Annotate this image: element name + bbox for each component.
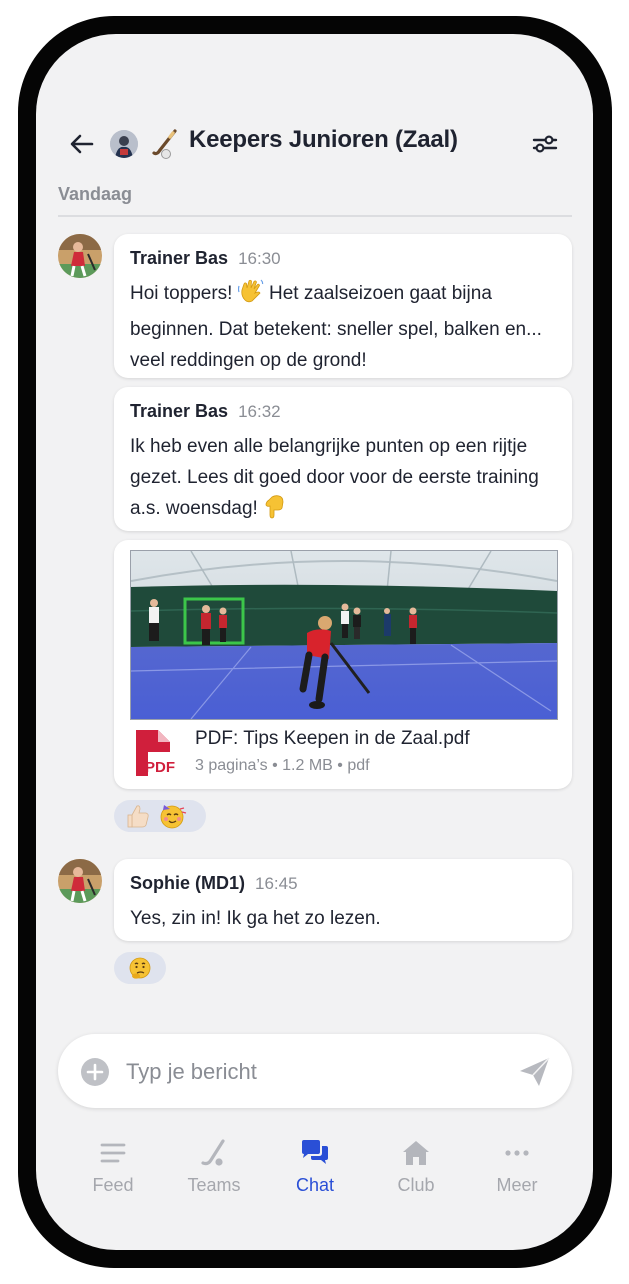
more-dots-icon [505,1150,529,1156]
thinking-face-emoji [129,957,151,979]
chat-screen: Keepers Junioren (Zaal) Vandaag Trainer … [36,34,593,1250]
nav-chat[interactable] [270,1138,360,1173]
hockey-stick-emoji [150,128,182,160]
attachment-file-name[interactable]: PDF: Tips Keepen in de Zaal.pdf [195,728,470,750]
attachment-preview-image[interactable] [130,550,558,720]
message-sender: Sophie (MD1) [130,873,245,893]
chat-title: Keepers Junioren (Zaal) [189,126,458,153]
nav-chat-label[interactable]: Chat [270,1175,360,1196]
message-time: 16:32 [238,402,281,421]
add-attachment-button[interactable] [80,1057,110,1087]
svg-text:PDF: PDF [145,759,175,776]
message-reactions[interactable] [114,952,166,984]
group-avatar[interactable] [110,130,138,158]
pdf-file-icon: PDF [130,728,180,778]
nav-feed-label[interactable]: Feed [68,1175,158,1196]
settings-button[interactable] [532,132,558,156]
attachment-bubble[interactable]: PDF PDF: Tips Keepen in de Zaal.pdf 3 pa… [114,540,572,789]
nav-more-label[interactable]: Meer [472,1175,562,1196]
waving-hand-emoji [237,278,264,314]
date-separator-label: Vandaag [58,184,133,204]
message-time: 16:30 [238,249,281,268]
sliders-icon [532,135,558,153]
avatar-photo [58,234,102,278]
nav-feed[interactable] [68,1138,158,1173]
nav-club-label[interactable]: Club [371,1175,461,1196]
attachment-meta: 3 pagina’s • 1.2 MB • pdf [195,757,370,774]
date-divider [58,215,572,217]
message-bubble[interactable]: Trainer Bas 16:30 Hoi toppers! Het zaalse… [114,234,572,378]
chat-bubbles-icon [302,1140,328,1164]
sender-avatar[interactable] [58,859,102,903]
menu-lines-icon [100,1143,126,1163]
pointing-down-emoji [263,493,285,529]
plus-circle-icon [81,1058,109,1086]
message-text: Ik heb even alle belangrijke punten op e… [130,431,560,529]
message-text: Hoi toppers! Het zaalseizoen gaat bijna … [130,278,550,376]
message-time: 16:45 [255,874,298,893]
nav-club[interactable] [371,1138,461,1173]
message-input-placeholder[interactable]: Typ je bericht [126,1059,257,1085]
nav-teams[interactable] [169,1138,259,1173]
thumbs-up-party-emoji [127,805,187,829]
message-sender: Trainer Bas [130,401,229,421]
home-icon [403,1141,429,1165]
paper-plane-icon [520,1057,550,1086]
arrow-left-icon [70,134,94,154]
sender-avatar[interactable] [58,234,102,278]
send-button[interactable] [517,1056,551,1088]
message-bubble[interactable]: Sophie (MD1) 16:45 Yes, zin in! Ik ga het… [114,859,572,941]
back-button[interactable] [68,130,96,158]
message-sender: Trainer Bas [130,248,229,268]
message-text: Yes, zin in! Ik ga het zo lezen. [130,908,381,929]
avatar-photo [58,859,102,903]
hockey-stick-icon [201,1139,225,1166]
nav-more[interactable] [472,1138,562,1173]
nav-teams-label[interactable]: Teams [169,1175,259,1196]
message-reactions[interactable] [114,800,206,832]
message-bubble[interactable]: Trainer Bas 16:32 Ik heb even alle belang… [114,387,572,531]
group-avatar-image [110,130,138,158]
